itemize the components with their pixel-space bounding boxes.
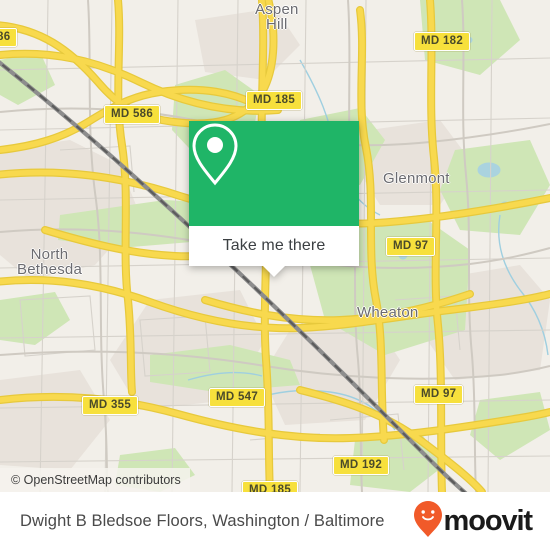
location-popup-card[interactable]: Take me there xyxy=(189,121,359,277)
route-shield-md-355: MD 355 xyxy=(82,396,139,415)
route-shield-md-192: MD 192 xyxy=(333,456,390,475)
osm-attribution[interactable]: © OpenStreetMap contributors xyxy=(0,468,190,492)
popup-action-bar[interactable]: Take me there xyxy=(189,226,359,277)
popup-pointer-tail xyxy=(263,266,285,277)
moovit-pin-logo-icon xyxy=(413,500,443,543)
moovit-brand[interactable]: moovit xyxy=(413,500,534,543)
take-me-there-label: Take me there xyxy=(222,237,326,254)
route-shield-md-182: MD 182 xyxy=(414,32,471,51)
route-shield-md-185-top: MD 185 xyxy=(246,91,303,110)
route-shield-md-547: MD 547 xyxy=(209,388,266,407)
popup-pin-area xyxy=(189,121,359,226)
route-shield-md-97-upper: MD 97 xyxy=(386,237,436,256)
map-screenshot: Aspen Hill Glenmont North Bethesda Wheat… xyxy=(0,0,550,550)
bottom-title-bar: Dwight B Bledsoe Floors, Washington / Ba… xyxy=(0,492,550,550)
route-shield-md-97-lower: MD 97 xyxy=(414,385,464,404)
route-shield-md-185-bottom: MD 185 xyxy=(242,481,299,492)
moovit-wordmark: moovit xyxy=(443,504,534,537)
route-shield-md-586-edge: 86 xyxy=(0,28,18,47)
map-canvas[interactable]: Aspen Hill Glenmont North Bethesda Wheat… xyxy=(0,0,550,492)
location-title: Dwight B Bledsoe Floors, Washington / Ba… xyxy=(20,511,385,530)
route-shield-md-586: MD 586 xyxy=(104,105,161,124)
